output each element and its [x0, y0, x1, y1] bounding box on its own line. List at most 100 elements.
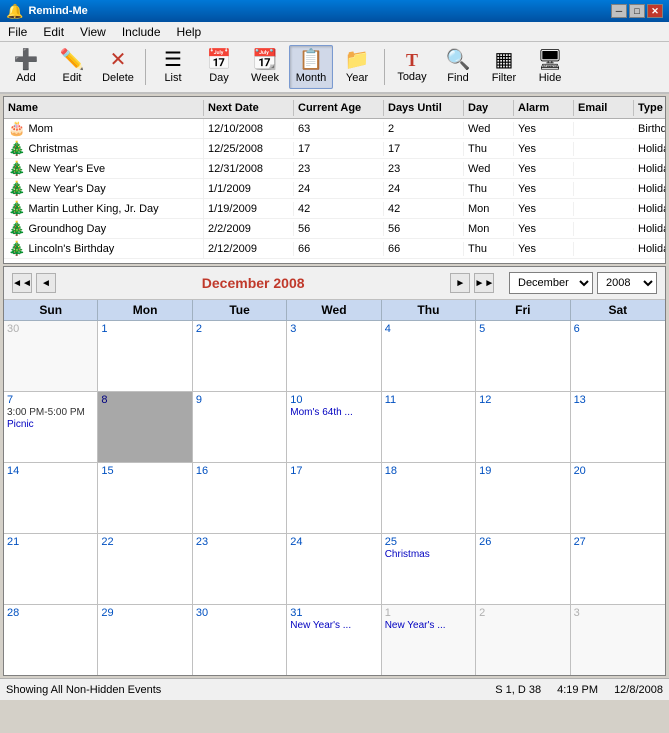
day-button[interactable]: 📅 Day [197, 45, 241, 89]
calendar-cell[interactable]: 11 [382, 392, 476, 462]
calendar-day-number[interactable]: 22 [101, 536, 188, 548]
calendar-day-number[interactable]: 25 [385, 536, 472, 548]
calendar-cell[interactable]: 10Mom's 64th ... [287, 392, 381, 462]
list-button[interactable]: ☰ List [151, 45, 195, 89]
year-select[interactable]: 2008 [597, 272, 657, 294]
hide-button[interactable]: 🖥 Hide [528, 45, 572, 89]
year-button[interactable]: 📁 Year [335, 45, 379, 89]
calendar-day-number[interactable]: 28 [7, 607, 94, 619]
calendar-event[interactable]: Christmas [385, 549, 472, 560]
calendar-day-number[interactable]: 30 [7, 323, 94, 335]
calendar-cell[interactable]: 12 [476, 392, 570, 462]
menu-include[interactable]: Include [114, 23, 169, 41]
calendar-day-number[interactable]: 5 [479, 323, 566, 335]
calendar-day-number[interactable]: 10 [290, 394, 377, 406]
calendar-cell[interactable]: 19 [476, 463, 570, 533]
calendar-event[interactable]: New Year's ... [385, 620, 472, 631]
menu-view[interactable]: View [72, 23, 114, 41]
calendar-cell[interactable]: 13 [571, 392, 665, 462]
calendar-cell[interactable]: 17 [287, 463, 381, 533]
calendar-event[interactable]: Picnic [7, 419, 94, 430]
calendar-cell[interactable]: 2 [193, 321, 287, 391]
calendar-day-number[interactable]: 8 [101, 394, 188, 406]
list-item[interactable]: 🎂 Mom 12/10/2008 63 2 Wed Yes Birthday [4, 119, 665, 139]
filter-button[interactable]: ▦ Filter [482, 45, 526, 89]
calendar-day-number[interactable]: 21 [7, 536, 94, 548]
calendar-day-number[interactable]: 6 [574, 323, 662, 335]
calendar-cell[interactable]: 31New Year's ... [287, 605, 381, 675]
find-button[interactable]: 🔍 Find [436, 45, 480, 89]
calendar-day-number[interactable]: 16 [196, 465, 283, 477]
nav-forward[interactable]: ► [450, 273, 470, 293]
calendar-cell[interactable]: 16 [193, 463, 287, 533]
calendar-day-number[interactable]: 23 [196, 536, 283, 548]
calendar-day-number[interactable]: 24 [290, 536, 377, 548]
menu-file[interactable]: File [0, 23, 35, 41]
calendar-cell[interactable]: 5 [476, 321, 570, 391]
calendar-cell[interactable]: 27 [571, 534, 665, 604]
calendar-cell[interactable]: 25Christmas [382, 534, 476, 604]
month-select[interactable]: JanuaryFebruaryMarchAprilMayJuneJulyAugu… [509, 272, 593, 294]
delete-button[interactable]: ✕ Delete [96, 45, 140, 89]
calendar-day-number[interactable]: 7 [7, 394, 94, 406]
calendar-day-number[interactable]: 11 [385, 394, 472, 406]
calendar-day-number[interactable]: 17 [290, 465, 377, 477]
calendar-cell[interactable]: 26 [476, 534, 570, 604]
calendar-cell[interactable]: 1 [98, 321, 192, 391]
menu-help[interactable]: Help [169, 23, 210, 41]
calendar-cell[interactable]: 14 [4, 463, 98, 533]
calendar-day-number[interactable]: 14 [7, 465, 94, 477]
week-button[interactable]: 📆 Week [243, 45, 287, 89]
list-item[interactable]: 🎄 Groundhog Day 2/2/2009 56 56 Mon Yes H… [4, 219, 665, 239]
calendar-day-number[interactable]: 30 [196, 607, 283, 619]
calendar-cell[interactable]: 8 [98, 392, 192, 462]
calendar-day-number[interactable]: 15 [101, 465, 188, 477]
nav-last-forward[interactable]: ►► [474, 273, 494, 293]
calendar-day-number[interactable]: 13 [574, 394, 662, 406]
calendar-day-number[interactable]: 31 [290, 607, 377, 619]
close-button[interactable]: ✕ [647, 4, 663, 18]
calendar-cell[interactable]: 30 [193, 605, 287, 675]
calendar-cell[interactable]: 18 [382, 463, 476, 533]
nav-back[interactable]: ◄ [36, 273, 56, 293]
calendar-event[interactable]: New Year's ... [290, 620, 377, 631]
list-item[interactable]: 🎄 Martin Luther King, Jr. Day 1/19/2009 … [4, 199, 665, 219]
calendar-cell[interactable]: 22 [98, 534, 192, 604]
edit-button[interactable]: ✏️ Edit [50, 45, 94, 89]
list-item[interactable]: 🎄 New Year's Eve 12/31/2008 23 23 Wed Ye… [4, 159, 665, 179]
calendar-cell[interactable]: 4 [382, 321, 476, 391]
calendar-day-number[interactable]: 12 [479, 394, 566, 406]
calendar-cell[interactable]: 15 [98, 463, 192, 533]
list-item[interactable]: 🎄 Christmas 12/25/2008 17 17 Thu Yes Hol… [4, 139, 665, 159]
calendar-day-number[interactable]: 27 [574, 536, 662, 548]
calendar-day-number[interactable]: 20 [574, 465, 662, 477]
calendar-cell[interactable]: 21 [4, 534, 98, 604]
calendar-cell[interactable]: 28 [4, 605, 98, 675]
nav-first-back[interactable]: ◄◄ [12, 273, 32, 293]
calendar-cell[interactable]: 1New Year's ... [382, 605, 476, 675]
calendar-day-number[interactable]: 1 [385, 607, 472, 619]
list-item[interactable]: 🎄 New Year's Day 1/1/2009 24 24 Thu Yes … [4, 179, 665, 199]
calendar-cell[interactable]: 29 [98, 605, 192, 675]
calendar-day-number[interactable]: 4 [385, 323, 472, 335]
calendar-event[interactable]: Mom's 64th ... [290, 407, 377, 418]
calendar-day-number[interactable]: 26 [479, 536, 566, 548]
calendar-day-number[interactable]: 2 [479, 607, 566, 619]
maximize-button[interactable]: □ [629, 4, 645, 18]
calendar-cell[interactable]: 73:00 PM-5:00 PMPicnic [4, 392, 98, 462]
calendar-cell[interactable]: 3 [571, 605, 665, 675]
calendar-cell[interactable]: 3 [287, 321, 381, 391]
calendar-cell[interactable]: 20 [571, 463, 665, 533]
calendar-cell[interactable]: 9 [193, 392, 287, 462]
calendar-day-number[interactable]: 3 [574, 607, 662, 619]
calendar-day-number[interactable]: 1 [101, 323, 188, 335]
calendar-cell[interactable]: 24 [287, 534, 381, 604]
calendar-day-number[interactable]: 29 [101, 607, 188, 619]
minimize-button[interactable]: ─ [611, 4, 627, 18]
today-button[interactable]: T Today [390, 45, 434, 89]
calendar-event[interactable]: 3:00 PM-5:00 PM [7, 407, 94, 418]
calendar-day-number[interactable]: 2 [196, 323, 283, 335]
month-button[interactable]: 📋 Month [289, 45, 333, 89]
menu-edit[interactable]: Edit [35, 23, 72, 41]
calendar-day-number[interactable]: 18 [385, 465, 472, 477]
